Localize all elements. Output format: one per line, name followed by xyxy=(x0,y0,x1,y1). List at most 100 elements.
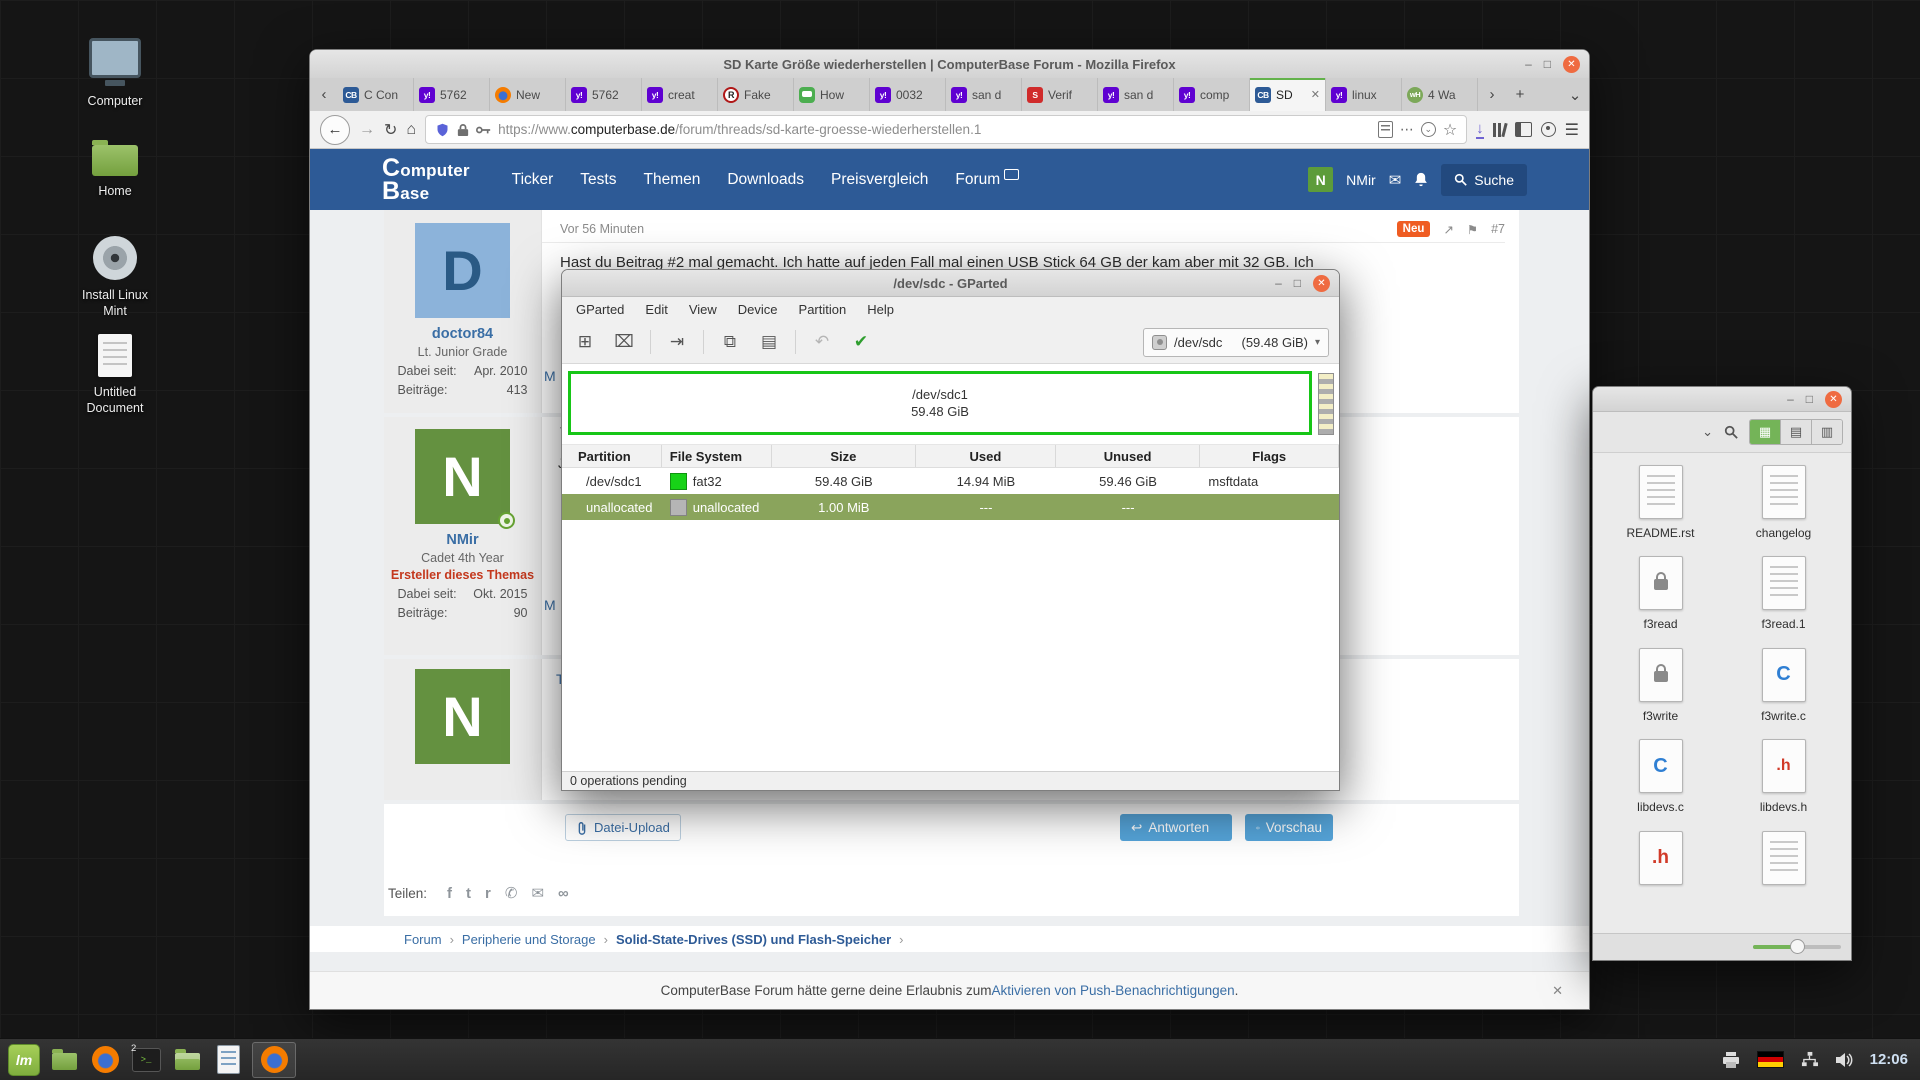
tab-5762-a[interactable]: y!5762 xyxy=(414,78,490,111)
resize-move-icon[interactable]: ⇥ xyxy=(664,332,690,352)
tab-san-d-b[interactable]: y!san d xyxy=(1098,78,1174,111)
nav-forum[interactable]: Forum xyxy=(955,171,1019,189)
nav-themen[interactable]: Themen xyxy=(643,171,700,189)
tab-comp[interactable]: y!comp xyxy=(1174,78,1250,111)
file-libdevs-c[interactable]: Clibdevs.c xyxy=(1599,739,1722,814)
delete-partition-icon[interactable]: ⌧ xyxy=(611,332,637,352)
bell-icon[interactable] xyxy=(1414,172,1428,187)
tab-verif[interactable]: SVerif xyxy=(1022,78,1098,111)
url-bar[interactable]: https://www.computerbase.de/forum/thread… xyxy=(425,115,1467,144)
page-actions-icon[interactable]: ⋯ xyxy=(1400,121,1414,138)
menu-gparted[interactable]: GParted xyxy=(576,302,624,317)
sidebar-toggle-icon[interactable] xyxy=(1515,122,1532,137)
desktop-icon-home[interactable]: Home xyxy=(58,136,172,200)
printer-icon[interactable] xyxy=(1721,1051,1741,1069)
active-window-button[interactable] xyxy=(252,1042,296,1078)
author-name[interactable]: doctor84 xyxy=(432,326,493,342)
menu-view[interactable]: View xyxy=(689,302,717,317)
firefox-launcher[interactable] xyxy=(88,1043,122,1077)
avatar[interactable]: D xyxy=(415,223,510,318)
tab-c-con[interactable]: CBC Con xyxy=(338,78,414,111)
email-icon[interactable]: ✉ xyxy=(531,884,544,902)
table-row-sdc1[interactable]: /dev/sdc1 fat32 59.48 GiB 14.94 MiB 59.4… xyxy=(562,468,1339,494)
breadcrumb-peripherie[interactable]: Peripherie und Storage xyxy=(462,932,596,947)
library-icon[interactable] xyxy=(1493,123,1506,137)
minimize-icon[interactable]: – xyxy=(1525,58,1532,70)
tab-close-icon[interactable]: ✕ xyxy=(1311,88,1320,101)
tab-how[interactable]: How xyxy=(794,78,870,111)
menu-edit[interactable]: Edit xyxy=(645,302,667,317)
search-icon[interactable] xyxy=(1724,425,1738,439)
whatsapp-icon[interactable]: ✆ xyxy=(505,884,518,902)
paste-icon[interactable]: ▤ xyxy=(756,332,782,352)
nav-ticker[interactable]: Ticker xyxy=(512,171,554,189)
file-f3write[interactable]: f3write xyxy=(1599,648,1722,723)
menu-help[interactable]: Help xyxy=(867,302,894,317)
keyboard-layout-german-flag-icon[interactable] xyxy=(1757,1051,1784,1068)
close-icon[interactable]: ✕ xyxy=(1563,56,1580,73)
menu-device[interactable]: Device xyxy=(738,302,778,317)
minimize-icon[interactable]: – xyxy=(1787,393,1794,405)
expand-icon[interactable]: ⌄ xyxy=(1702,424,1713,440)
gparted-titlebar[interactable]: /dev/sdc - GParted – □ ✕ xyxy=(562,270,1339,297)
file-manager-titlebar[interactable]: – □ ✕ xyxy=(1593,387,1851,412)
tab-sd-active[interactable]: CBSD✕ xyxy=(1250,78,1326,111)
grid-view-icon[interactable]: ▦ xyxy=(1750,420,1781,444)
firefox-titlebar[interactable]: SD Karte Größe wiederherstellen | Comput… xyxy=(310,50,1589,79)
list-view-icon[interactable]: ▤ xyxy=(1781,420,1812,444)
username[interactable]: NMir xyxy=(1346,172,1376,188)
new-tab-button[interactable]: + xyxy=(1506,78,1534,111)
reload-icon[interactable]: ↻ xyxy=(384,120,397,140)
new-partition-icon[interactable]: ⊞ xyxy=(572,332,598,352)
text-editor-launcher[interactable] xyxy=(211,1043,245,1077)
tab-san-d-a[interactable]: y!san d xyxy=(946,78,1022,111)
close-icon[interactable]: ✕ xyxy=(1825,391,1842,408)
post-number[interactable]: #7 xyxy=(1491,222,1505,236)
file-partial[interactable] xyxy=(1722,831,1845,885)
link-fragment[interactable]: M xyxy=(544,597,556,613)
nav-downloads[interactable]: Downloads xyxy=(727,171,804,189)
desktop-icon-computer[interactable]: Computer xyxy=(58,38,172,110)
twitter-icon[interactable]: t xyxy=(466,885,471,902)
downloads-icon[interactable]: ↓ xyxy=(1476,121,1484,139)
url-text[interactable]: https://www.computerbase.de/forum/thread… xyxy=(498,122,1371,137)
maximize-icon[interactable]: □ xyxy=(1544,58,1551,70)
dismiss-icon[interactable]: ✕ xyxy=(1552,983,1563,999)
zoom-slider[interactable] xyxy=(1753,945,1841,949)
author-name[interactable]: NMir xyxy=(446,532,478,548)
answer-button[interactable]: ↩ Antworten xyxy=(1120,814,1232,841)
unallocated-visual[interactable] xyxy=(1318,373,1334,435)
file-upload-button[interactable]: Datei-Upload xyxy=(565,814,681,841)
facebook-icon[interactable]: f xyxy=(447,885,452,902)
reddit-icon[interactable]: r xyxy=(485,885,491,902)
desktop-icon-install[interactable]: Install Linux Mint xyxy=(58,236,172,319)
reader-view-icon[interactable] xyxy=(1378,121,1393,138)
files-launcher[interactable] xyxy=(170,1043,204,1077)
compact-view-icon[interactable]: ▥ xyxy=(1812,420,1842,444)
maximize-icon[interactable]: □ xyxy=(1294,277,1301,289)
show-desktop-button[interactable] xyxy=(47,1043,81,1077)
mint-menu-button[interactable]: lm xyxy=(8,1044,40,1076)
partition-visual-sdc1[interactable]: /dev/sdc1 59.48 GiB xyxy=(568,371,1312,435)
maximize-icon[interactable]: □ xyxy=(1806,393,1813,405)
bookmark-star-icon[interactable]: ☆ xyxy=(1443,120,1457,140)
forward-icon[interactable]: → xyxy=(359,121,375,139)
close-icon[interactable]: ✕ xyxy=(1313,275,1330,292)
tab-fake[interactable]: RFake xyxy=(718,78,794,111)
file-f3read1[interactable]: f3read.1 xyxy=(1722,556,1845,631)
breadcrumb-forum[interactable]: Forum xyxy=(404,932,442,947)
breadcrumb-ssd[interactable]: Solid-State-Drives (SSD) und Flash-Speic… xyxy=(616,932,891,947)
copy-icon[interactable]: ⧉ xyxy=(717,332,743,352)
key-icon[interactable] xyxy=(476,124,491,136)
mail-icon[interactable]: ✉ xyxy=(1389,171,1402,189)
push-permission-link[interactable]: Aktivieren von Push-Benachrichtigungen xyxy=(992,983,1235,998)
computerbase-logo[interactable]: Computer Base xyxy=(382,157,470,203)
avatar[interactable]: N xyxy=(415,669,510,764)
pocket-icon[interactable]: ⌄ xyxy=(1421,122,1436,137)
network-icon[interactable] xyxy=(1800,1051,1819,1068)
nav-tests[interactable]: Tests xyxy=(580,171,616,189)
tab-5762-b[interactable]: y!5762 xyxy=(566,78,642,111)
tab-new[interactable]: New xyxy=(490,78,566,111)
account-icon[interactable] xyxy=(1541,122,1556,137)
file-changelog[interactable]: changelog xyxy=(1722,465,1845,540)
